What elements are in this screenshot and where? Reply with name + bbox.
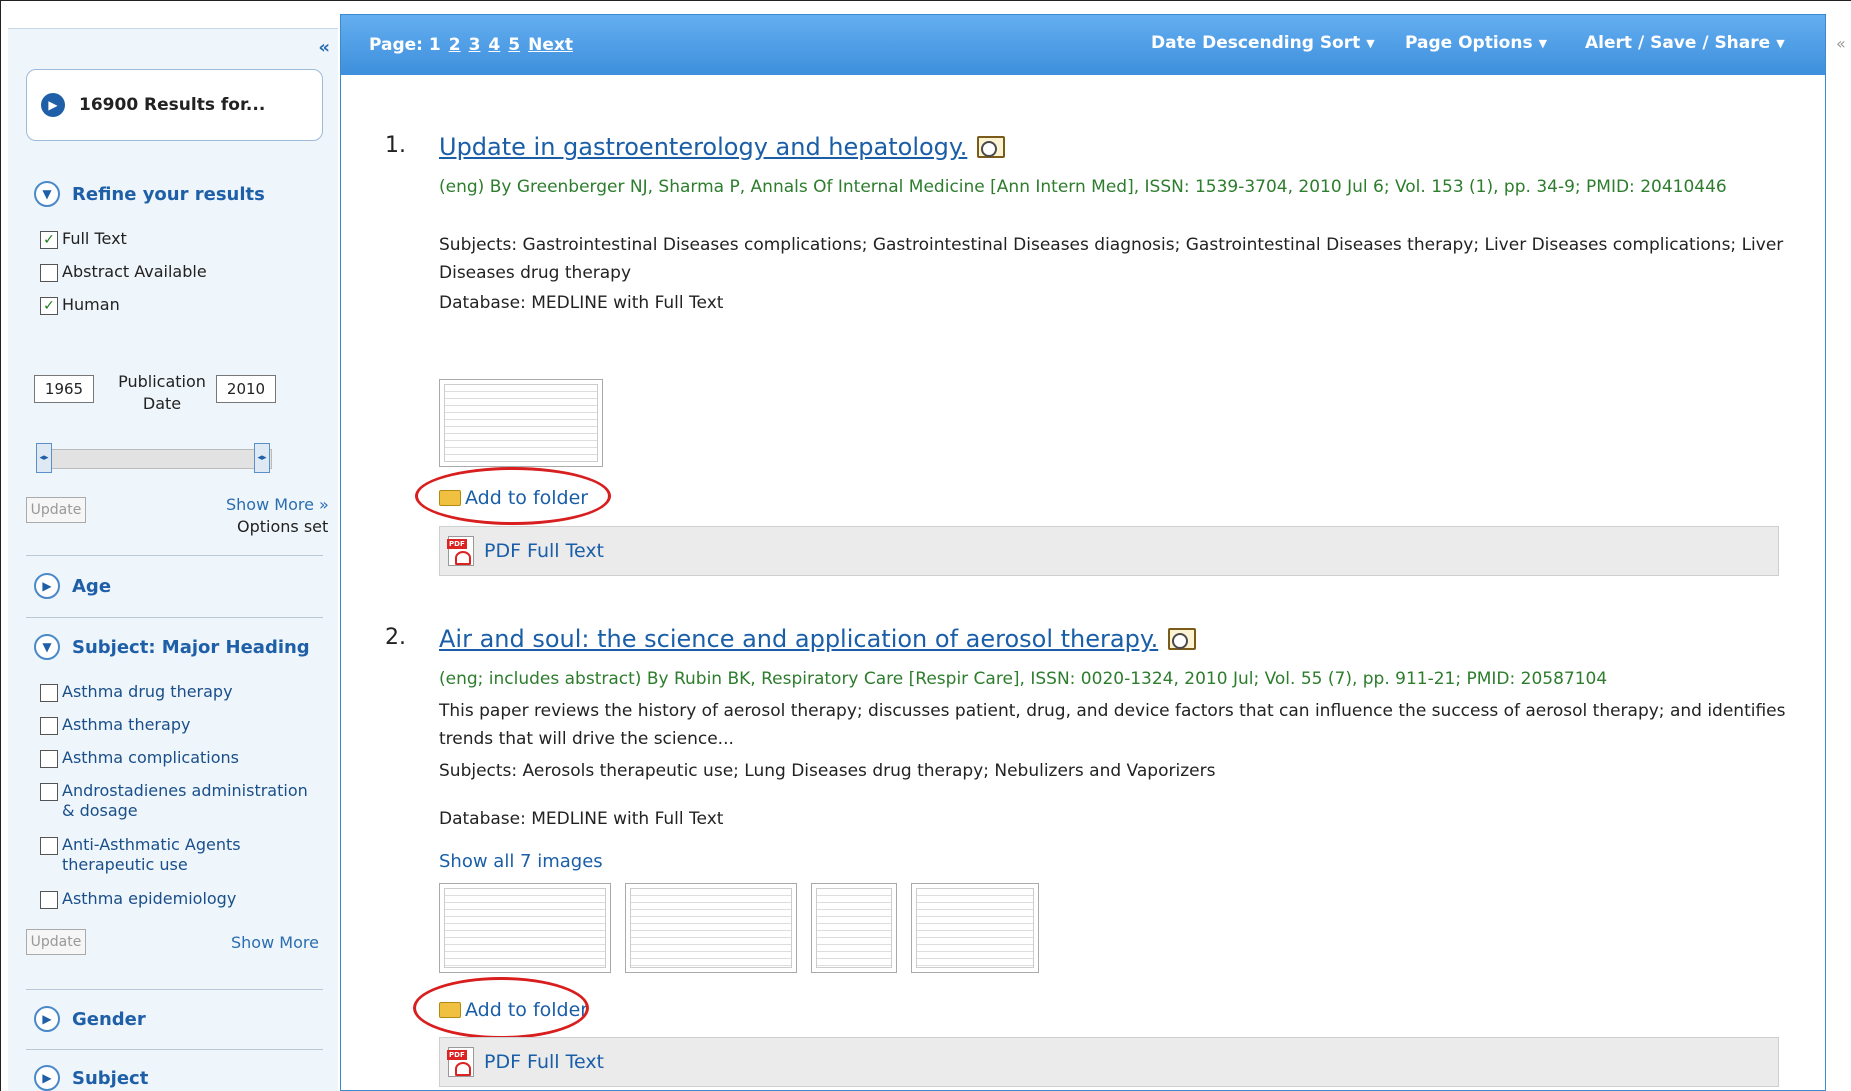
heading-item[interactable]: Asthma complications (40, 748, 239, 768)
chevron-right-icon: ▶ (34, 1006, 60, 1032)
heading-item[interactable]: Anti-Asthmatic Agents therapeutic use (40, 835, 260, 875)
show-more-options-link[interactable]: Show More » (226, 495, 329, 514)
update-heading-button[interactable]: Update (26, 929, 86, 955)
divider (26, 617, 323, 618)
publication-date-label: Publication Date (118, 372, 206, 413)
update-refine-button[interactable]: Update (26, 497, 86, 523)
chevron-right-icon: ▶ (34, 1065, 60, 1091)
page-options-dropdown[interactable]: Page Options ▼ (1405, 33, 1547, 53)
results-count: 16900 Results for... (79, 95, 266, 115)
chevron-right-icon: ▶ (34, 573, 60, 599)
options-set-label: Options set (237, 517, 329, 536)
results-toolbar: Page: 1 2 3 4 5 Next Date Descending Sor… (341, 15, 1825, 75)
heading-item[interactable]: Androstadienes administration & dosage (40, 781, 310, 821)
chevron-down-icon: ▼ (34, 634, 60, 660)
checkbox[interactable] (40, 783, 58, 801)
pub-date-to-input[interactable]: 2010 (216, 375, 276, 403)
divider (26, 1049, 323, 1050)
slider-left-handle[interactable]: ◂▸ (36, 443, 52, 473)
image-thumbnail[interactable] (439, 883, 611, 973)
result-database: Database: MEDLINE with Full Text (439, 809, 724, 829)
preview-icon[interactable] (977, 136, 1006, 158)
collapse-right-panel-button[interactable]: « (1836, 34, 1846, 53)
checkbox-checked[interactable]: ✓ (40, 297, 58, 315)
date-slider-track[interactable] (42, 449, 272, 469)
result-subjects: Subjects: Aerosols therapeutic use; Lung… (439, 761, 1216, 781)
result-number: 2. (385, 625, 406, 650)
results-panel: Page: 1 2 3 4 5 Next Date Descending Sor… (340, 14, 1826, 1091)
gender-toggle[interactable]: ▶ Gender (34, 1006, 146, 1032)
filter-full-text[interactable]: ✓ Full Text (40, 229, 127, 249)
collapse-sidebar-button[interactable]: « (318, 37, 330, 58)
heading-item[interactable]: Asthma therapy (40, 715, 190, 735)
subject-toggle[interactable]: ▶ Subject (34, 1065, 148, 1091)
sidebar: « ▶ 16900 Results for... ▼ Refine your r… (8, 28, 338, 1091)
slider-right-handle[interactable]: ◂▸ (254, 443, 270, 473)
checkbox[interactable] (40, 717, 58, 735)
red-highlight-circle (415, 467, 611, 525)
chevron-down-icon: ▼ (1776, 36, 1785, 50)
results-count-box[interactable]: ▶ 16900 Results for... (26, 69, 323, 141)
image-thumbnail[interactable] (439, 379, 603, 467)
filter-abstract-available[interactable]: Abstract Available (40, 262, 207, 282)
divider (26, 555, 323, 556)
play-icon: ▶ (41, 93, 65, 117)
page-label: Page: 1 (369, 35, 441, 55)
result-number: 1. (385, 133, 406, 158)
preview-icon[interactable] (1168, 628, 1197, 650)
next-page-link[interactable]: Next (528, 35, 573, 55)
divider (26, 989, 323, 990)
major-heading-toggle[interactable]: ▼ Subject: Major Heading (34, 634, 310, 660)
result-title-link[interactable]: Update in gastroenterology and hepatolog… (439, 133, 1006, 161)
pub-date-from-input[interactable]: 1965 (34, 375, 94, 403)
result-abstract: This paper reviews the history of aeroso… (439, 701, 1786, 749)
result-citation: (eng) By Greenberger NJ, Sharma P, Annal… (439, 177, 1727, 197)
pagination: Page: 1 2 3 4 5 Next (369, 35, 573, 55)
page-link[interactable]: 4 (488, 35, 500, 55)
chevron-down-icon: ▼ (1366, 36, 1375, 50)
refine-results-toggle[interactable]: ▼ Refine your results (34, 181, 265, 207)
result-citation: (eng; includes abstract) By Rubin BK, Re… (439, 669, 1608, 689)
image-thumbnail[interactable] (911, 883, 1039, 973)
checkbox-checked[interactable]: ✓ (40, 231, 58, 249)
chevron-down-icon: ▼ (1538, 36, 1548, 50)
filter-human[interactable]: ✓ Human (40, 295, 120, 315)
result-title-link[interactable]: Air and soul: the science and applicatio… (439, 625, 1197, 653)
result-database: Database: MEDLINE with Full Text (439, 293, 724, 313)
red-highlight-circle (413, 977, 589, 1039)
checkbox[interactable] (40, 891, 58, 909)
image-thumbnail[interactable] (811, 883, 897, 973)
pdf-icon (447, 1047, 474, 1077)
pdf-icon (447, 536, 474, 566)
heading-item[interactable]: Asthma drug therapy (40, 682, 233, 702)
checkbox[interactable] (40, 684, 58, 702)
page-link[interactable]: 2 (449, 35, 461, 55)
alert-save-share-dropdown[interactable]: Alert / Save / Share ▼ (1585, 33, 1785, 53)
checkbox[interactable] (40, 750, 58, 768)
age-toggle[interactable]: ▶ Age (34, 573, 111, 599)
result-subjects: Subjects: Gastrointestinal Diseases comp… (439, 235, 1784, 283)
checkbox[interactable] (40, 264, 58, 282)
page-link[interactable]: 5 (508, 35, 520, 55)
page-link[interactable]: 3 (469, 35, 481, 55)
show-all-images-link[interactable]: Show all 7 images (439, 851, 603, 872)
heading-item[interactable]: Asthma epidemiology (40, 889, 236, 909)
chevron-down-icon: ▼ (34, 181, 60, 207)
pdf-full-text-bar[interactable]: PDF Full Text (439, 526, 1779, 576)
pdf-full-text-bar[interactable]: PDF Full Text (439, 1037, 1779, 1087)
checkbox[interactable] (40, 837, 58, 855)
refine-results-title: Refine your results (72, 183, 265, 205)
image-thumbnail[interactable] (625, 883, 797, 973)
sort-dropdown[interactable]: Date Descending Sort ▼ (1151, 33, 1375, 53)
show-more-headings-link[interactable]: Show More (231, 933, 319, 952)
